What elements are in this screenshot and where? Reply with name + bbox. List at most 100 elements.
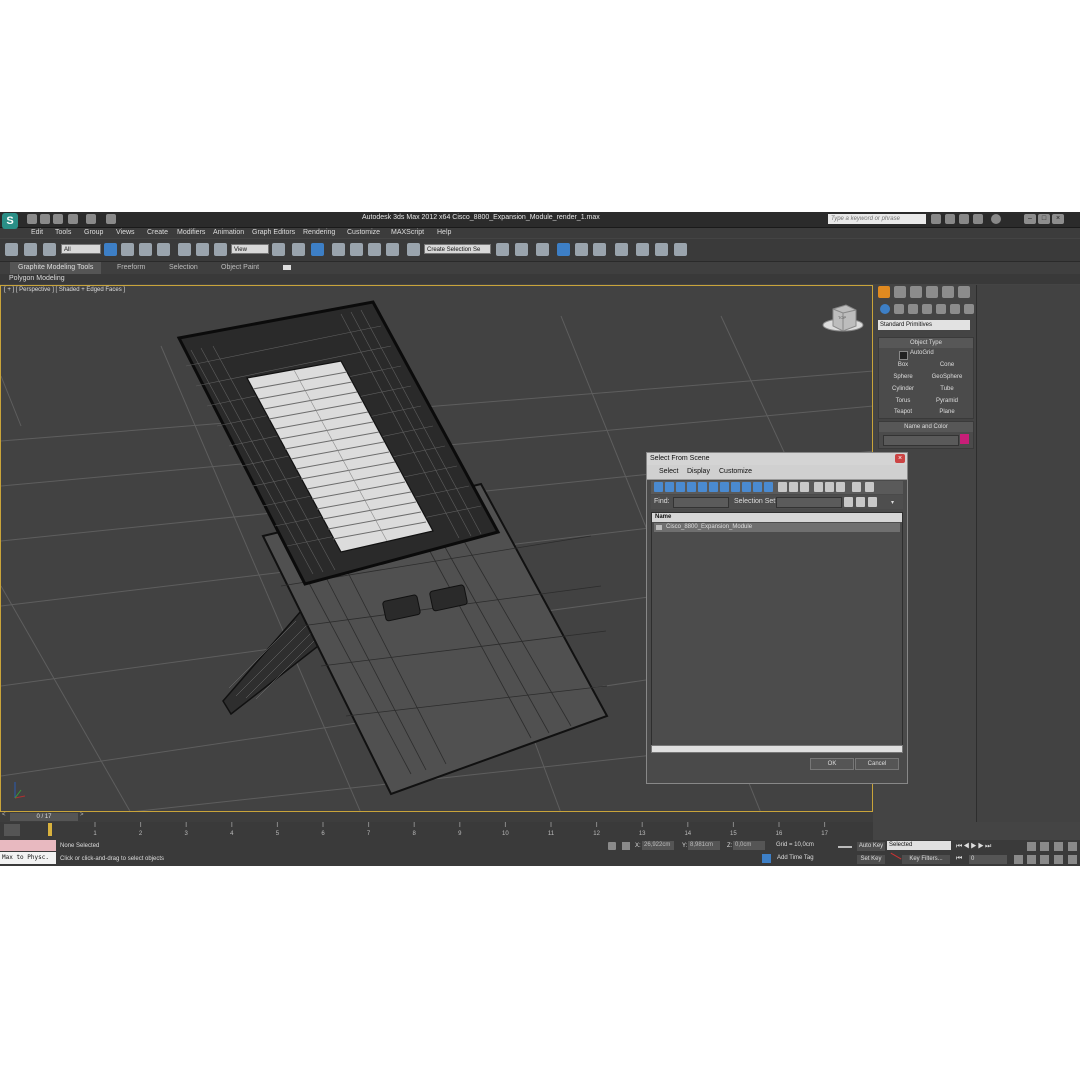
search-icon[interactable] bbox=[931, 214, 941, 224]
menu-modifiers[interactable]: Modifiers bbox=[177, 228, 205, 238]
add-time-tag[interactable]: Add Time Tag bbox=[777, 854, 827, 863]
cameras-icon[interactable] bbox=[922, 304, 932, 314]
name-and-color-header[interactable]: Name and Color bbox=[879, 422, 973, 432]
cancel-button[interactable]: Cancel bbox=[855, 758, 899, 770]
shapes-icon[interactable] bbox=[894, 304, 904, 314]
polygon-modeling-panel[interactable]: Polygon Modeling bbox=[9, 274, 65, 284]
tab-graphite-modeling-tools[interactable]: Graphite Modeling Tools bbox=[10, 262, 102, 274]
zoom-extents-icon[interactable] bbox=[1054, 842, 1063, 851]
menu-create[interactable]: Create bbox=[147, 228, 168, 238]
selection-set-dropdown[interactable] bbox=[776, 497, 842, 508]
percent-snap-icon[interactable] bbox=[368, 243, 381, 256]
graphite-toggle-icon[interactable] bbox=[557, 243, 570, 256]
find-input[interactable] bbox=[673, 497, 729, 508]
cylinder-button[interactable]: Cylinder bbox=[883, 385, 923, 394]
layer-manager-icon[interactable] bbox=[536, 243, 549, 256]
menu-maxscript[interactable]: MAXScript bbox=[391, 228, 424, 238]
menu-edit[interactable]: Edit bbox=[31, 228, 43, 238]
zoom-extents-all-icon[interactable] bbox=[1068, 842, 1077, 851]
geosphere-button[interactable]: GeoSphere bbox=[927, 373, 967, 382]
object-name-input[interactable] bbox=[883, 435, 959, 446]
filter-icon[interactable] bbox=[852, 482, 861, 492]
lights-icon[interactable] bbox=[908, 304, 918, 314]
named-selection-set-dropdown[interactable]: Create Selection Se bbox=[424, 244, 491, 254]
time-slider-prev-icon[interactable]: < bbox=[2, 812, 6, 818]
app-logo-icon[interactable]: S bbox=[2, 213, 18, 229]
save-icon[interactable] bbox=[53, 214, 63, 224]
add-to-set-icon[interactable] bbox=[856, 497, 865, 507]
window-crossing-icon[interactable] bbox=[157, 243, 170, 256]
help-icon[interactable] bbox=[991, 214, 1001, 224]
select-none-icon[interactable] bbox=[825, 482, 834, 492]
display-containers-icon[interactable] bbox=[753, 482, 762, 492]
key-filters-button[interactable]: Key Filters... bbox=[902, 855, 950, 864]
favorites-icon[interactable] bbox=[973, 214, 983, 224]
display-lights-icon[interactable] bbox=[676, 482, 685, 492]
reference-coordinate-dropdown[interactable]: View bbox=[231, 244, 269, 254]
display-cameras-icon[interactable] bbox=[687, 482, 696, 492]
selection-filter-dropdown[interactable]: All bbox=[61, 244, 101, 254]
playback-controls[interactable]: ⏮◀▶▶⏭ bbox=[956, 842, 1022, 851]
dialog-menu-select[interactable]: Select bbox=[659, 468, 678, 475]
default-in-out-key-icon[interactable] bbox=[838, 846, 852, 854]
orbit-icon[interactable] bbox=[1054, 855, 1063, 864]
menu-help[interactable]: Help bbox=[437, 228, 451, 238]
systems-icon[interactable] bbox=[964, 304, 974, 314]
bind-spacewarp-icon[interactable] bbox=[43, 243, 56, 256]
time-configuration-icon[interactable] bbox=[1014, 855, 1023, 864]
object-color-swatch[interactable] bbox=[960, 434, 969, 444]
selection-lock-icon[interactable] bbox=[608, 842, 616, 850]
pan-view-icon[interactable] bbox=[1040, 855, 1049, 864]
rectangular-selection-icon[interactable] bbox=[139, 243, 152, 256]
schematic-view-icon[interactable] bbox=[593, 243, 606, 256]
redo-icon[interactable] bbox=[86, 214, 96, 224]
utilities-tab-icon[interactable] bbox=[958, 286, 970, 298]
select-and-manipulate-icon[interactable] bbox=[292, 243, 305, 256]
menu-rendering[interactable]: Rendering bbox=[303, 228, 335, 238]
display-groups-icon[interactable] bbox=[720, 482, 729, 492]
x-coordinate-field[interactable]: 26,922cm bbox=[642, 841, 674, 850]
maxscript-mini-listener[interactable]: Max to Physc. bbox=[0, 852, 56, 864]
geometry-icon[interactable] bbox=[880, 304, 890, 314]
rendered-frame-window-icon[interactable] bbox=[655, 243, 668, 256]
display-bones-icon[interactable] bbox=[742, 482, 751, 492]
select-by-name-icon[interactable] bbox=[121, 243, 134, 256]
teapot-button[interactable]: Teapot bbox=[883, 408, 923, 417]
pyramid-button[interactable]: Pyramid bbox=[927, 397, 967, 406]
angle-snap-icon[interactable] bbox=[350, 243, 363, 256]
zoom-all-icon[interactable] bbox=[1040, 842, 1049, 851]
auto-key-button[interactable]: Auto Key bbox=[857, 842, 885, 851]
render-production-icon[interactable] bbox=[674, 243, 687, 256]
minimize-button[interactable]: – bbox=[1024, 214, 1036, 224]
new-icon[interactable] bbox=[27, 214, 37, 224]
display-space-warps-icon[interactable] bbox=[709, 482, 718, 492]
autogrid-checkbox[interactable] bbox=[899, 351, 908, 360]
current-frame-field[interactable]: 0 bbox=[969, 855, 1007, 864]
tab-object-paint[interactable]: Object Paint bbox=[221, 262, 259, 274]
keyword-search-input[interactable]: Type a keyword or phrase bbox=[828, 214, 926, 224]
name-column-header[interactable]: Name bbox=[652, 513, 902, 522]
helpers-icon[interactable] bbox=[936, 304, 946, 314]
display-helpers-icon[interactable] bbox=[698, 482, 707, 492]
display-hidden-icon[interactable] bbox=[778, 482, 787, 492]
toolbar-expand-icon[interactable]: ▾ bbox=[891, 499, 894, 506]
communication-icon[interactable] bbox=[959, 214, 969, 224]
display-tab-icon[interactable] bbox=[942, 286, 954, 298]
render-setup-icon[interactable] bbox=[636, 243, 649, 256]
key-selection-dropdown[interactable]: Selected bbox=[887, 841, 951, 850]
project-folder-icon[interactable] bbox=[106, 214, 116, 224]
dialog-menu-display[interactable]: Display bbox=[687, 468, 710, 475]
menu-group[interactable]: Group bbox=[84, 228, 103, 238]
create-tab-icon[interactable] bbox=[878, 286, 890, 298]
z-coordinate-field[interactable]: 0,0cm bbox=[733, 841, 765, 850]
tab-freeform[interactable]: Freeform bbox=[117, 262, 145, 274]
track-bar[interactable]: 1 2 3 4 5 6 7 8 9 10 11 12 13 14 15 16 17 bbox=[0, 822, 873, 840]
filter-options-icon[interactable] bbox=[865, 482, 874, 492]
sphere-button[interactable]: Sphere bbox=[883, 373, 923, 382]
zoom-icon[interactable] bbox=[1027, 842, 1036, 851]
maximize-viewport-icon[interactable] bbox=[1068, 855, 1077, 864]
tube-button[interactable]: Tube bbox=[927, 385, 967, 394]
menu-animation[interactable]: Animation bbox=[213, 228, 244, 238]
dialog-close-button[interactable]: × bbox=[895, 454, 905, 463]
set-key-button[interactable]: Set Key bbox=[857, 855, 885, 864]
